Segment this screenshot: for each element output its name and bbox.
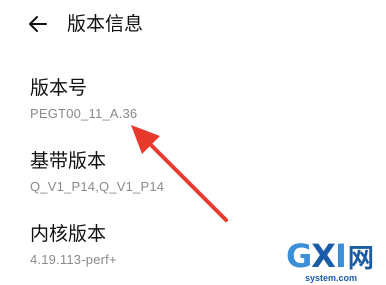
watermark-logo: GXI网 system.com <box>286 238 386 285</box>
watermark-domain: system.com <box>305 273 358 283</box>
watermark-wordmark: GXI网 <box>286 237 374 275</box>
